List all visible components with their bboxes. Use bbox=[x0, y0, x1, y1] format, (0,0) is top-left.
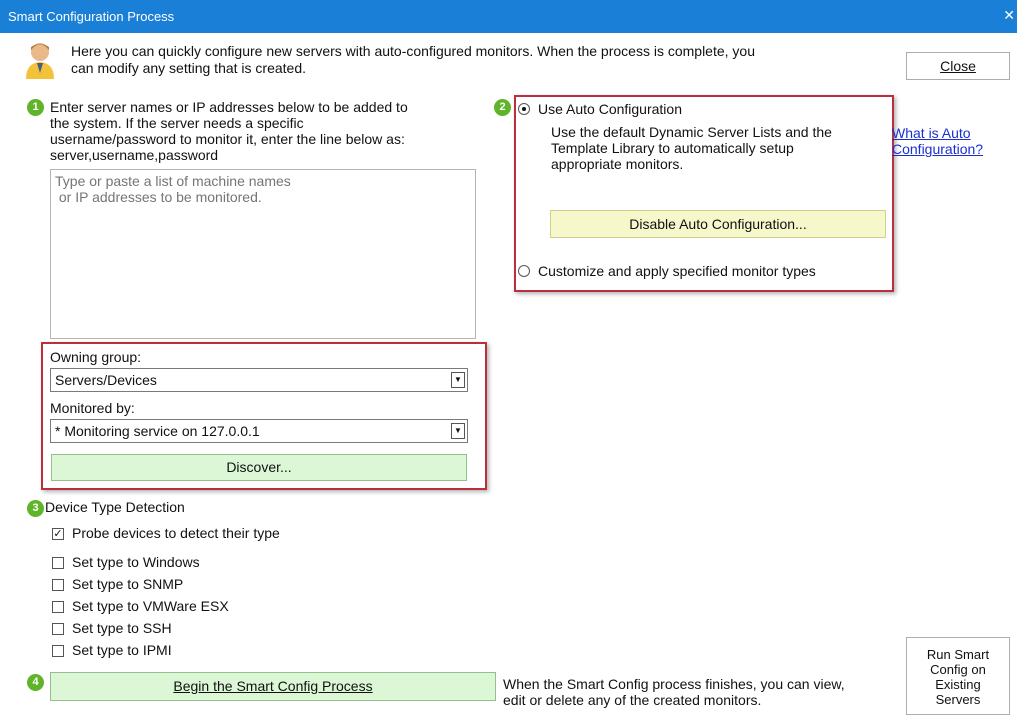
set-type-windows-checkbox[interactable] bbox=[52, 557, 64, 569]
probe-devices-label[interactable]: Probe devices to detect their type bbox=[72, 525, 280, 541]
set-type-snmp-checkbox[interactable] bbox=[52, 579, 64, 591]
window-close-icon[interactable]: ✕ bbox=[1003, 7, 1015, 24]
set-type-snmp-label[interactable]: Set type to SNMP bbox=[72, 576, 183, 592]
completion-note: When the Smart Config process finishes, … bbox=[503, 676, 845, 708]
step-3-badge: 3 bbox=[27, 500, 44, 517]
auto-config-description: Use the default Dynamic Server Lists and… bbox=[551, 124, 832, 172]
use-auto-config-radio[interactable] bbox=[518, 103, 530, 115]
step-2-badge: 2 bbox=[494, 99, 511, 116]
window-title: Smart Configuration Process bbox=[8, 9, 175, 24]
step-1-instructions: Enter server names or IP addresses below… bbox=[50, 99, 408, 163]
customize-monitors-label[interactable]: Customize and apply specified monitor ty… bbox=[538, 263, 816, 279]
set-type-windows-label[interactable]: Set type to Windows bbox=[72, 554, 200, 570]
run-smart-config-existing-button[interactable]: Run Smart Config on Existing Servers bbox=[906, 637, 1010, 715]
step-1-badge: 1 bbox=[27, 99, 44, 116]
user-avatar-icon bbox=[24, 41, 56, 79]
dialog-body: Here you can quickly configure new serve… bbox=[11, 33, 1011, 717]
close-button[interactable]: Close bbox=[906, 52, 1010, 80]
chevron-down-icon[interactable]: ▼ bbox=[451, 372, 465, 388]
set-type-vmware-checkbox[interactable] bbox=[52, 601, 64, 613]
what-is-auto-config-link[interactable]: What is Auto Configuration? bbox=[892, 125, 983, 157]
intro-line-2: can modify any setting that is created. bbox=[71, 60, 307, 76]
customize-monitors-radio[interactable] bbox=[518, 265, 530, 277]
device-type-detection-title: Device Type Detection bbox=[45, 499, 185, 515]
monitored-by-select[interactable]: * Monitoring service on 127.0.0.1 ▼ bbox=[50, 419, 468, 443]
owning-group-select[interactable]: Servers/Devices ▼ bbox=[50, 368, 468, 392]
server-list-input[interactable] bbox=[50, 169, 476, 339]
monitored-by-label: Monitored by: bbox=[50, 400, 135, 416]
probe-devices-checkbox[interactable]: ✓ bbox=[52, 528, 64, 540]
chevron-down-icon[interactable]: ▼ bbox=[451, 423, 465, 439]
discover-button[interactable]: Discover... bbox=[51, 454, 467, 481]
step-4-badge: 4 bbox=[27, 674, 44, 691]
owning-group-label: Owning group: bbox=[50, 349, 142, 365]
set-type-ssh-checkbox[interactable] bbox=[52, 623, 64, 635]
set-type-ipmi-label[interactable]: Set type to IPMI bbox=[72, 642, 172, 658]
set-type-vmware-label[interactable]: Set type to VMWare ESX bbox=[72, 598, 229, 614]
begin-smart-config-button[interactable]: Begin the Smart Config Process bbox=[50, 672, 496, 701]
set-type-ssh-label[interactable]: Set type to SSH bbox=[72, 620, 172, 636]
intro-text: Here you can quickly configure new serve… bbox=[71, 43, 911, 77]
use-auto-config-label[interactable]: Use Auto Configuration bbox=[538, 101, 682, 117]
title-bar: Smart Configuration Process ✕ bbox=[0, 0, 1017, 33]
intro-line-1: Here you can quickly configure new serve… bbox=[71, 43, 755, 59]
disable-auto-config-button[interactable]: Disable Auto Configuration... bbox=[550, 210, 886, 238]
set-type-ipmi-checkbox[interactable] bbox=[52, 645, 64, 657]
